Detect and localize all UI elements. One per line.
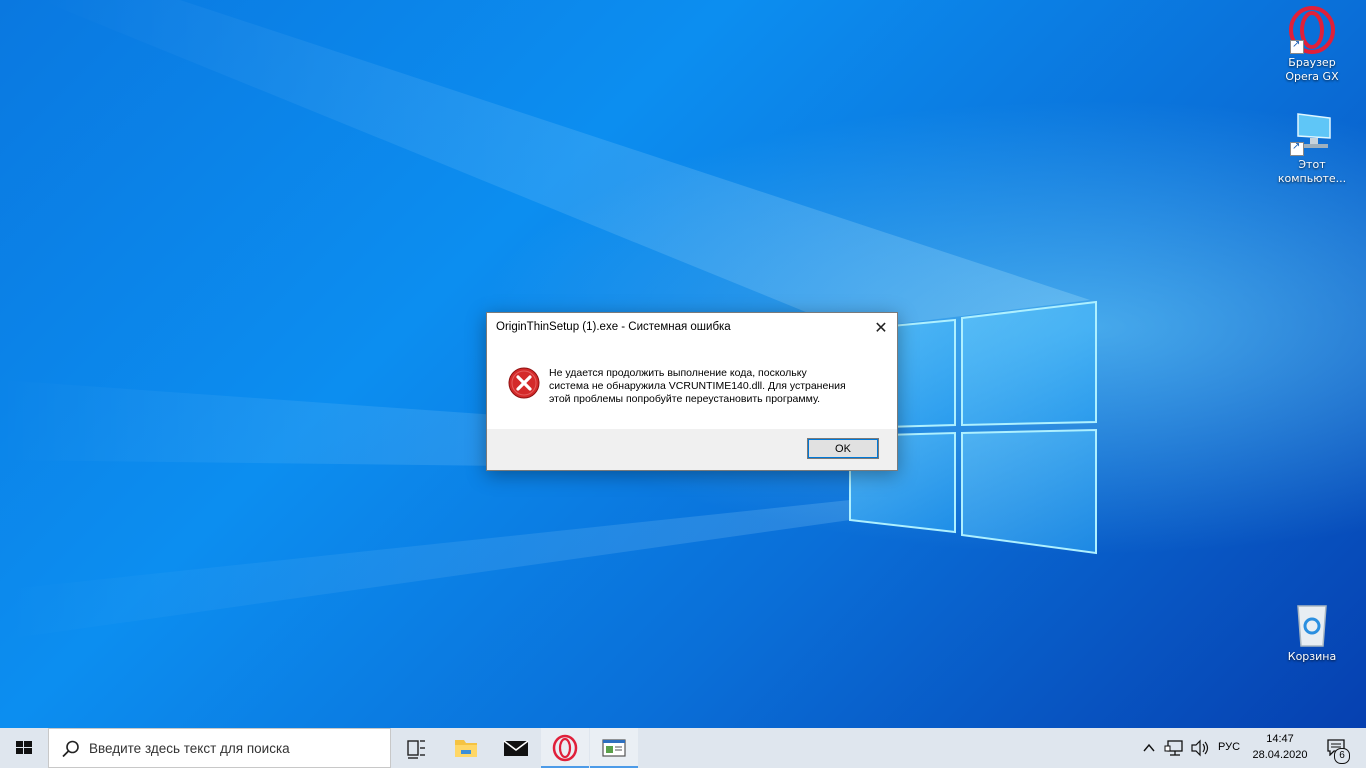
desktop-icon-this-pc[interactable]: Этот компьюте... bbox=[1274, 108, 1350, 186]
desktop-icon-opera-gx[interactable]: Браузер Opera GX bbox=[1274, 6, 1350, 84]
action-center-button[interactable]: 6 bbox=[1318, 728, 1366, 768]
desktop-icon-label: Этот bbox=[1298, 158, 1326, 171]
search-input[interactable]: Введите здесь текст для поиска bbox=[48, 728, 391, 768]
close-button[interactable]: ✕ bbox=[865, 313, 897, 343]
dialog-footer: OK bbox=[487, 429, 897, 470]
app-window-icon bbox=[602, 739, 626, 757]
dialog-body: Не удается продолжить выполнение кода, п… bbox=[487, 343, 897, 429]
clock-date: 28.04.2020 bbox=[1252, 749, 1308, 761]
mail-icon bbox=[503, 740, 529, 756]
file-explorer-icon bbox=[455, 740, 477, 757]
dialog-title: OriginThinSetup (1).exe - Системная ошиб… bbox=[496, 321, 731, 333]
desktop-icon-label: Opera GX bbox=[1285, 70, 1339, 83]
ok-button[interactable]: OK bbox=[807, 438, 879, 459]
taskbar-app-file-explorer[interactable] bbox=[442, 728, 490, 768]
network-icon[interactable] bbox=[1164, 739, 1184, 757]
volume-icon[interactable] bbox=[1190, 739, 1210, 757]
system-error-dialog: OriginThinSetup (1).exe - Системная ошиб… bbox=[486, 312, 898, 471]
task-view-button[interactable] bbox=[392, 728, 440, 768]
clock-time: 14:47 bbox=[1266, 733, 1294, 745]
desktop-background: Браузер Opera GX Этот компьюте... Корзин… bbox=[0, 0, 1366, 728]
show-hidden-icons-chevron-icon[interactable] bbox=[1142, 741, 1156, 755]
error-message-line: система не обнаружила VCRUNTIME140.dll. … bbox=[549, 380, 846, 392]
desktop-icon-label: Корзина bbox=[1287, 650, 1337, 663]
search-placeholder: Введите здесь текст для поиска bbox=[89, 741, 290, 756]
language-indicator[interactable]: РУС bbox=[1218, 741, 1240, 753]
opera-gx-icon bbox=[1288, 6, 1336, 54]
search-icon bbox=[62, 740, 79, 758]
taskbar-app-opera[interactable] bbox=[541, 728, 589, 768]
shortcut-arrow-icon bbox=[1290, 38, 1304, 54]
desktop-icon-label: компьюте... bbox=[1277, 172, 1347, 185]
task-view-icon bbox=[407, 740, 425, 759]
opera-icon bbox=[552, 734, 578, 762]
clock[interactable]: 14:47 28.04.2020 bbox=[1248, 731, 1312, 763]
this-pc-icon bbox=[1288, 108, 1336, 156]
desktop-icon-label: Браузер bbox=[1288, 56, 1336, 69]
error-message-line: этой проблемы попробуйте переустановить … bbox=[549, 393, 821, 405]
notification-count-badge: 6 bbox=[1334, 748, 1350, 764]
taskbar-app-window[interactable] bbox=[590, 728, 638, 768]
shortcut-arrow-icon bbox=[1290, 140, 1304, 156]
dialog-titlebar[interactable]: OriginThinSetup (1).exe - Системная ошиб… bbox=[487, 313, 897, 343]
error-message-line: Не удается продолжить выполнение кода, п… bbox=[549, 367, 807, 379]
recycle-bin-icon bbox=[1288, 600, 1336, 648]
taskbar: Введите здесь текст для поиска РУС 14:47… bbox=[0, 728, 1366, 768]
close-icon: ✕ bbox=[874, 318, 888, 337]
error-message: Не удается продолжить выполнение кода, п… bbox=[549, 367, 879, 406]
taskbar-app-mail[interactable] bbox=[492, 728, 540, 768]
error-icon bbox=[508, 367, 540, 399]
desktop-icon-recycle-bin[interactable]: Корзина bbox=[1274, 600, 1350, 664]
start-button[interactable] bbox=[0, 728, 48, 768]
windows-start-icon bbox=[16, 741, 32, 754]
